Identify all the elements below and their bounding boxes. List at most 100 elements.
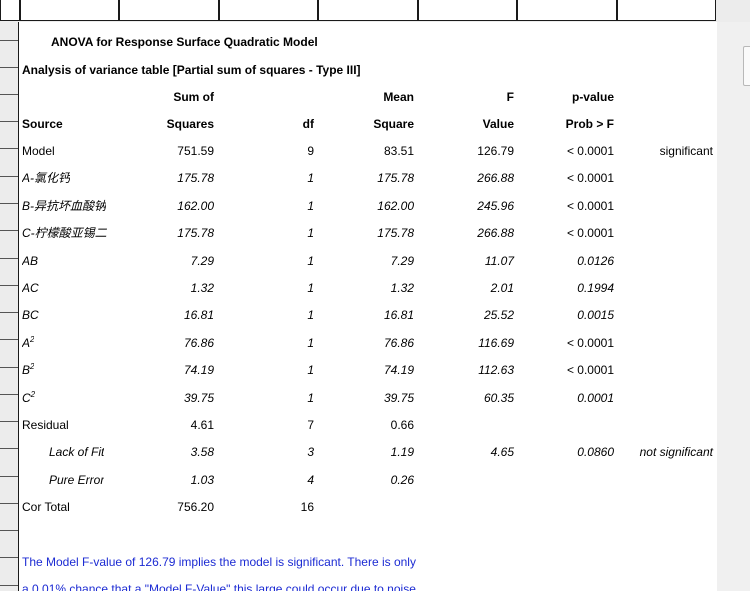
source-label: C-柠檬酸亚锡二 (22, 226, 107, 241)
header-source: Source (22, 117, 63, 131)
df-cell: 7 (307, 418, 314, 432)
row-header-divider (0, 230, 18, 231)
f-value-cell: 266.88 (477, 226, 514, 241)
row-header-divider (0, 176, 18, 177)
significance-note: significant (659, 144, 713, 158)
row-header-divider (0, 203, 18, 204)
sum-of-squares-cell: 39.75 (183, 390, 214, 405)
mean-square-cell: 0.66 (390, 418, 414, 432)
source-label: A (22, 335, 31, 350)
source-cell: Residual (22, 418, 69, 432)
p-value-cell: < 0.0001 (566, 335, 614, 350)
mean-square-cell: 7.29 (390, 253, 414, 268)
sum-of-squares-cell: 7.29 (190, 253, 214, 268)
row-header-divider (0, 421, 18, 422)
source-cell: C2 (22, 391, 35, 405)
source-label: B-异抗坏血酸钠 (22, 198, 107, 213)
column-header-cell[interactable] (19, 0, 120, 21)
header-value: Value (482, 117, 514, 131)
df-cell: 1 (307, 308, 314, 323)
df-cell: 1 (307, 390, 314, 405)
df-cell: 1 (307, 198, 314, 213)
source-label: Model (22, 144, 55, 158)
sum-of-squares-cell: 4.61 (190, 418, 214, 432)
mean-square-cell: 16.81 (383, 308, 414, 323)
source-label: Lack of Fit (49, 445, 105, 460)
column-header-cell[interactable] (417, 0, 518, 21)
column-header-cell[interactable] (218, 0, 319, 21)
row-header-column (0, 22, 18, 591)
row-header-divider (0, 258, 18, 259)
column-header-cell[interactable] (119, 0, 219, 21)
source-cell: Cor Total (22, 500, 70, 514)
column-header-cell[interactable] (0, 0, 20, 21)
df-cell: 16 (300, 500, 314, 515)
df-cell: 1 (307, 171, 314, 186)
sum-of-squares-cell: 74.19 (183, 363, 214, 378)
source-label: Cor Total (22, 500, 70, 515)
sum-of-squares-cell: 162.00 (177, 198, 214, 213)
sum-of-squares-cell: 751.59 (177, 144, 214, 158)
row-header-divider (0, 557, 18, 558)
p-value-cell: 0.0015 (577, 308, 614, 323)
source-cell: Pure Error (49, 473, 104, 487)
sum-of-squares-cell: 175.78 (177, 171, 214, 186)
source-cell: Model (22, 144, 55, 158)
row-header-divider (0, 394, 18, 395)
f-value-cell: 11.07 (484, 253, 514, 268)
column-header-cell[interactable] (517, 0, 617, 21)
p-value-cell: < 0.0001 (566, 198, 614, 213)
column-header-cell[interactable] (616, 0, 716, 21)
row-header-divider (0, 476, 18, 477)
row-header-divider (0, 585, 18, 586)
row-header-divider (0, 148, 18, 149)
source-label: Pure Error (49, 472, 105, 487)
row-header-divider (0, 339, 18, 340)
df-cell: 4 (307, 472, 314, 487)
mean-square-cell: 1.32 (390, 281, 414, 295)
source-label: AC (22, 281, 39, 295)
mean-square-cell: 175.78 (377, 171, 414, 186)
superscript: 2 (30, 363, 35, 372)
p-value-cell: < 0.0001 (566, 363, 614, 378)
source-cell: B2 (22, 363, 34, 377)
spreadsheet-column-header (0, 0, 716, 22)
sum-of-squares-cell: 1.03 (190, 472, 214, 487)
f-value-cell: 112.63 (478, 363, 514, 378)
mean-square-cell: 83.51 (383, 144, 414, 158)
f-value-cell: 266.88 (477, 171, 514, 186)
source-cell: BC (22, 308, 39, 322)
header-squares: Squares (166, 117, 214, 131)
df-cell: 9 (307, 144, 314, 158)
row-header-divider (0, 448, 18, 449)
p-value-cell: 0.0860 (577, 445, 614, 460)
f-value-cell: 126.79 (477, 144, 514, 158)
vertical-scrollbar[interactable] (717, 22, 750, 591)
sum-of-squares-cell: 175.78 (177, 226, 214, 241)
df-cell: 1 (307, 253, 314, 268)
row-header-divider (0, 503, 18, 504)
source-label: A-氯化钙 (22, 171, 71, 186)
row-header-divider (0, 94, 18, 95)
source-cell: C-柠檬酸亚锡二 (22, 226, 107, 240)
p-value-cell: 0.1994 (577, 281, 614, 295)
df-cell: 1 (307, 281, 314, 295)
source-cell: AC (22, 281, 39, 295)
column-header-cell[interactable] (318, 0, 418, 21)
p-value-cell: < 0.0001 (566, 226, 614, 241)
df-cell: 3 (307, 445, 314, 460)
sum-of-squares-cell: 76.86 (183, 335, 214, 350)
mean-square-cell: 74.19 (383, 363, 414, 378)
mean-square-cell: 39.75 (383, 390, 414, 405)
footer-note-line2: a 0.01% chance that a "Model F-Value" th… (22, 582, 420, 591)
mean-square-cell: 1.19 (390, 445, 414, 460)
superscript: 2 (30, 335, 35, 344)
source-label: C (22, 390, 31, 405)
source-cell: Lack of Fit (49, 445, 104, 459)
report-subtitle: Analysis of variance table [Partial sum … (22, 63, 361, 77)
f-value-cell: 116.69 (478, 335, 514, 350)
scrollbar-thumb[interactable] (743, 46, 750, 86)
row-header-divider (0, 312, 18, 313)
source-label: AB (22, 253, 39, 268)
sum-of-squares-cell: 16.81 (183, 308, 214, 323)
